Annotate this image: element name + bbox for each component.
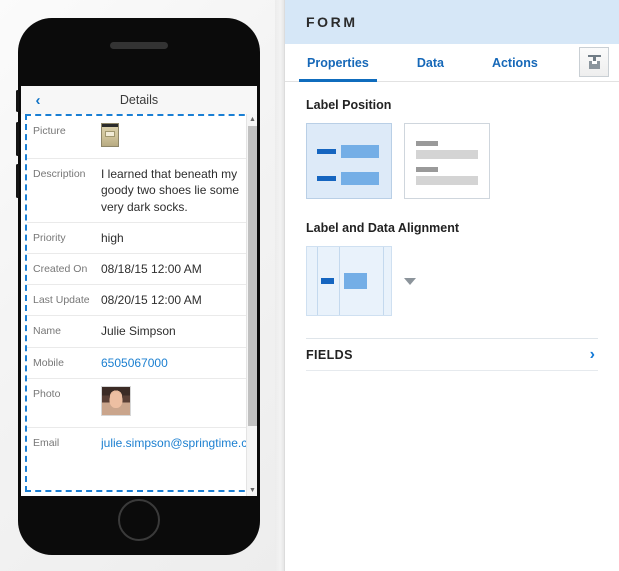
field-label: Priority	[33, 231, 66, 244]
form-selection-region[interactable]: Picture Description I learned that benea…	[25, 114, 255, 492]
field-value: 08/18/15 12:00 AM	[101, 261, 202, 276]
chevron-right-icon[interactable]: ›	[590, 346, 598, 363]
panel-body: Label Position Label and Data Alignment …	[285, 82, 619, 571]
field-value: 08/20/15 12:00 AM	[101, 293, 202, 308]
preview-value-bar	[416, 150, 478, 159]
preview-row	[317, 172, 379, 185]
field-label: Created On	[33, 262, 88, 275]
form-tray-icon	[587, 54, 602, 70]
detail-row-last-update[interactable]: Last Update 08/20/15 12:00 AM	[27, 285, 253, 317]
field-value	[101, 123, 249, 151]
chevron-down-icon[interactable]	[404, 277, 416, 285]
picture-thumbnail-image	[101, 123, 119, 147]
preview-value-bar	[341, 172, 379, 185]
fields-section-row[interactable]: FIELDS ›	[306, 338, 598, 371]
back-chevron-icon[interactable]: ‹	[29, 93, 47, 108]
detail-row-picture[interactable]: Picture	[27, 116, 253, 160]
scroll-up-arrow-icon[interactable]: ▲	[247, 114, 257, 125]
field-label: Picture	[33, 125, 66, 137]
pane-divider[interactable]	[275, 0, 285, 571]
screen-title: Details	[119, 93, 159, 107]
preview-row	[317, 145, 379, 158]
preview-value-bar	[341, 145, 379, 158]
preview-label-bar	[317, 176, 336, 181]
field-label: Last Update	[33, 294, 90, 307]
panel-header: FORM	[285, 0, 619, 44]
detail-row-email[interactable]: Email julie.simpson@springtime.co	[27, 428, 253, 458]
field-value-link[interactable]: julie.simpson@springtime.co	[101, 435, 249, 451]
phone-screen: ‹ Details Picture Description I learned …	[21, 86, 257, 496]
detail-field-list: Picture Description I learned that benea…	[27, 116, 253, 458]
tab-label: Data	[416, 55, 444, 70]
preview-value-bar	[344, 273, 367, 289]
field-value	[101, 385, 249, 420]
detail-row-photo[interactable]: Photo	[27, 379, 253, 428]
field-value-link[interactable]: 6505067000	[101, 355, 249, 371]
panel-title: FORM	[306, 14, 358, 30]
label-data-alignment-options	[306, 246, 598, 316]
tab-actions[interactable]: Actions	[484, 44, 546, 82]
phone-home-button[interactable]	[118, 499, 160, 541]
phone-speaker-grill	[110, 42, 168, 49]
column-guide	[339, 247, 340, 315]
panel-tab-bar: Properties Data Actions	[285, 44, 619, 82]
scrollbar-thumb[interactable]	[248, 126, 257, 426]
field-value: high	[101, 230, 124, 245]
detail-row-description[interactable]: Description I learned that beneath my go…	[27, 159, 253, 223]
detail-row-mobile[interactable]: Mobile 6505067000	[27, 348, 253, 379]
form-tray-button[interactable]	[579, 47, 609, 77]
label-position-option-above[interactable]	[404, 123, 490, 199]
column-guide	[383, 247, 384, 315]
preview-label-bar	[416, 167, 438, 172]
phone-side-button-volume-up	[16, 122, 19, 156]
field-label: Name	[33, 325, 62, 338]
device-preview-pane: ‹ Details Picture Description I learned …	[0, 0, 275, 571]
detail-row-name[interactable]: Name Julie Simpson	[27, 316, 253, 348]
scroll-down-arrow-icon[interactable]: ▼	[247, 485, 257, 496]
detail-row-created-on[interactable]: Created On 08/18/15 12:00 AM	[27, 254, 253, 286]
label-position-options	[306, 123, 598, 199]
screen-title-bar: ‹ Details	[21, 86, 257, 114]
field-label: Email	[33, 436, 60, 449]
screen-scrollbar[interactable]: ▲ ▼	[246, 114, 257, 496]
tab-properties[interactable]: Properties	[299, 44, 377, 82]
field-label: Description	[33, 168, 86, 181]
label-position-option-left[interactable]	[306, 123, 392, 199]
phone-side-button-mute	[16, 90, 19, 112]
preview-label-bar	[416, 141, 438, 146]
label-position-section-title: Label Position	[306, 98, 392, 112]
phone-side-button-volume-down	[16, 164, 19, 198]
alignment-option-selected[interactable]	[306, 246, 392, 316]
field-value: Julie Simpson	[101, 324, 176, 339]
preview-label-bar	[317, 149, 336, 154]
column-guide	[317, 247, 318, 315]
field-label: Mobile	[33, 356, 64, 369]
form-properties-panel: FORM Properties Data Actions Label Posit…	[285, 0, 619, 571]
app-root: ‹ Details Picture Description I learned …	[0, 0, 619, 571]
preview-value-bar	[416, 176, 478, 185]
label-data-alignment-section-title: Label and Data Alignment	[306, 221, 460, 235]
tab-label: Actions	[491, 55, 538, 70]
field-value: I learned that beneath my goody two shoe…	[101, 167, 240, 214]
field-label: Photo	[33, 387, 61, 400]
photo-thumbnail-image	[101, 385, 131, 416]
preview-label-bar	[321, 278, 334, 284]
tab-data[interactable]: Data	[409, 44, 452, 82]
phone-mockup: ‹ Details Picture Description I learned …	[16, 18, 260, 555]
detail-row-priority[interactable]: Priority high	[27, 223, 253, 254]
fields-section-label: FIELDS	[306, 347, 353, 362]
tab-label: Properties	[307, 55, 369, 70]
